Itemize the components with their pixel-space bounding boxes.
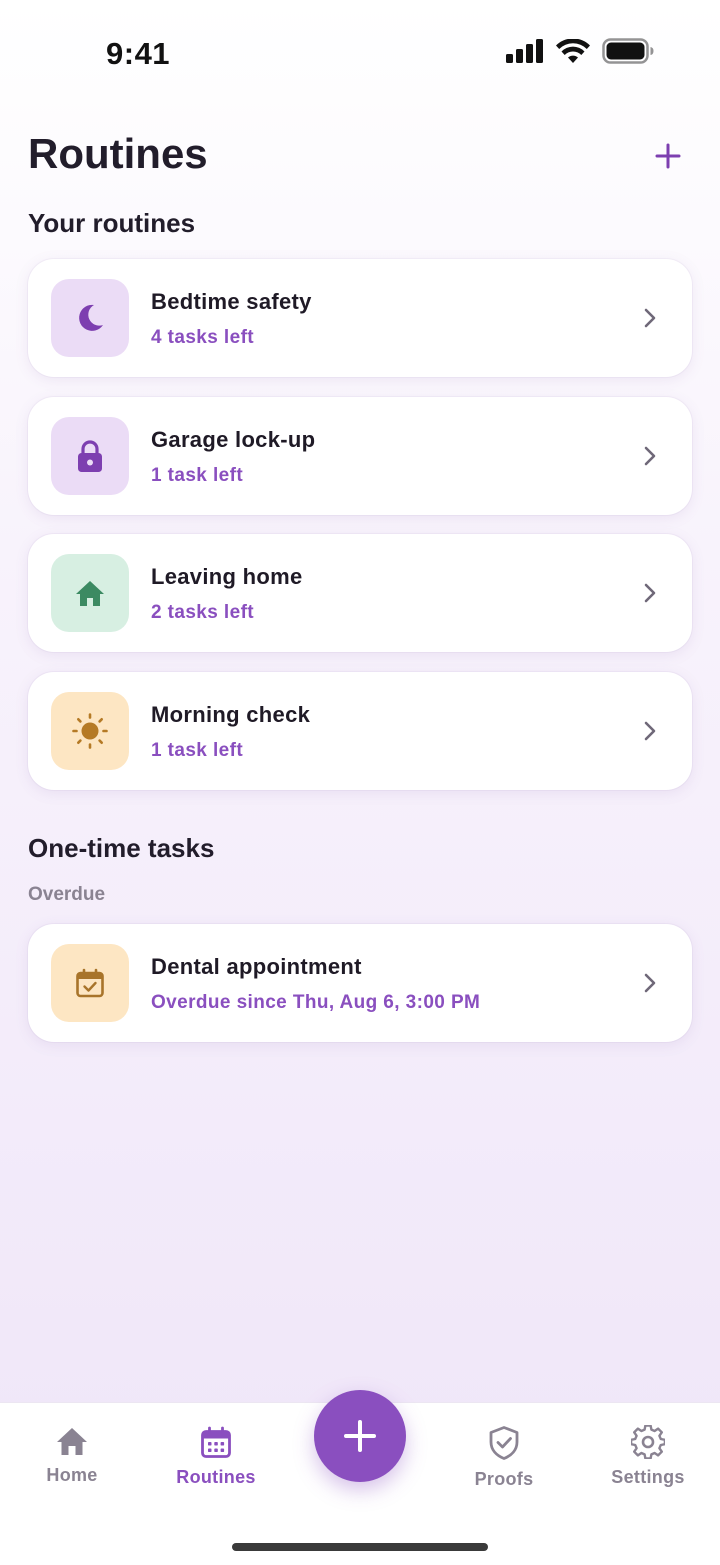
overdue-label: Overdue: [28, 884, 106, 905]
gear-icon: [631, 1425, 665, 1459]
chevron-right-icon: [644, 973, 656, 993]
routine-card-leaving-home[interactable]: Leaving home 2 tasks left: [28, 534, 692, 652]
calendar-icon: [201, 1426, 231, 1458]
chevron-right-icon: [644, 446, 656, 466]
section-title-one-time-tasks: One-time tasks: [28, 833, 215, 863]
home-indicator: [232, 1543, 488, 1551]
task-title: Dental appointment: [151, 954, 362, 979]
status-icons: [506, 38, 654, 64]
routine-tasks-left: 2 tasks left: [151, 602, 255, 623]
routine-title: Bedtime safety: [151, 289, 312, 314]
plus-icon: [655, 143, 681, 169]
add-fab-button[interactable]: [314, 1390, 406, 1482]
plus-icon: [344, 1420, 376, 1452]
tab-routines[interactable]: Routines: [156, 1425, 276, 1515]
task-icon-tile: [51, 944, 129, 1022]
routine-title: Leaving home: [151, 564, 303, 589]
moon-icon: [79, 304, 103, 331]
routine-icon-tile: [51, 554, 129, 632]
routine-title: Morning check: [151, 702, 311, 727]
add-routine-button[interactable]: [646, 134, 690, 178]
routine-tasks-left: 4 tasks left: [151, 327, 255, 348]
chevron-right-icon: [644, 308, 656, 328]
tab-label: Routines: [176, 1467, 256, 1487]
tab-label: Settings: [611, 1467, 685, 1487]
tab-settings[interactable]: Settings: [588, 1425, 708, 1515]
routine-card-morning-check[interactable]: Morning check 1 task left: [28, 672, 692, 790]
section-title-routines: Your routines: [28, 208, 196, 238]
battery-icon: [602, 38, 654, 64]
home-icon: [76, 581, 104, 606]
calendar-check-icon: [76, 968, 104, 998]
routine-card-bedtime-safety[interactable]: Bedtime safety 4 tasks left: [28, 259, 692, 377]
status-time: 9:41: [106, 36, 171, 71]
wifi-icon: [556, 38, 590, 63]
chevron-right-icon: [644, 721, 656, 741]
sun-icon: [72, 713, 108, 749]
task-card-dental-appointment[interactable]: Dental appointment Overdue since Thu, Au…: [28, 924, 692, 1042]
page-title: Routines: [28, 130, 208, 177]
status-bar: 9:41: [0, 0, 720, 100]
routine-tasks-left: 1 task left: [151, 740, 244, 761]
routine-card-garage-lock-up[interactable]: Garage lock-up 1 task left: [28, 397, 692, 515]
tab-proofs[interactable]: Proofs: [444, 1425, 564, 1515]
routine-title: Garage lock-up: [151, 427, 316, 452]
routine-tasks-left: 1 task left: [151, 465, 244, 486]
cellular-signal-icon: [506, 39, 543, 63]
routine-icon-tile: [51, 279, 129, 357]
chevron-right-icon: [644, 583, 656, 603]
tab-label: Proofs: [474, 1469, 534, 1489]
tab-home[interactable]: Home: [12, 1425, 132, 1515]
routine-icon-tile: [51, 417, 129, 495]
routine-icon-tile: [51, 692, 129, 770]
tab-label: Home: [46, 1465, 98, 1485]
lock-icon: [78, 440, 102, 472]
home-icon: [57, 1428, 87, 1455]
shield-check-icon: [489, 1426, 519, 1460]
task-overdue-status: Overdue since Thu, Aug 6, 3:00 PM: [151, 992, 481, 1013]
